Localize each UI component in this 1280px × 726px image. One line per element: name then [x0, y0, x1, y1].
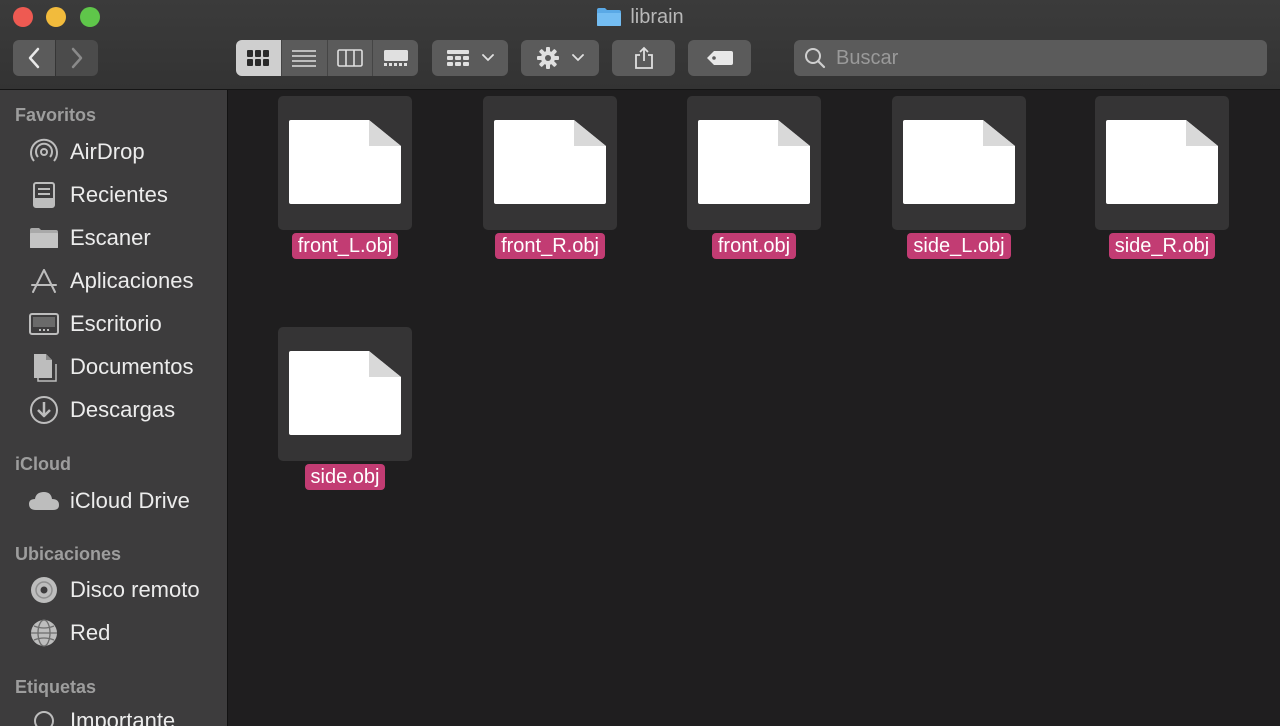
disc-icon — [28, 574, 60, 606]
file-name: front.obj — [711, 233, 797, 259]
sidebar-item-escritorio[interactable]: Escritorio — [0, 305, 227, 343]
sidebar-item-label: Disco remoto — [70, 577, 200, 602]
search-icon — [805, 48, 826, 69]
gallery-view-button[interactable] — [373, 40, 418, 76]
sidebar-item-documentos[interactable]: Documentos — [0, 348, 227, 386]
file-thumbnail — [278, 96, 412, 230]
file-thumbnail — [892, 96, 1026, 230]
sidebar-item-label: AirDrop — [70, 139, 145, 164]
document-icon — [698, 120, 810, 204]
search-field[interactable] — [794, 40, 1267, 76]
airdrop-icon — [28, 136, 60, 168]
cloud-icon — [28, 485, 60, 517]
file-name: front_L.obj — [291, 233, 399, 259]
document-icon — [494, 120, 606, 204]
sidebar-item-label: Escritorio — [70, 311, 162, 336]
gear-icon — [537, 47, 559, 69]
sidebar-item-label: Red — [70, 620, 111, 645]
sidebar-item-label: iCloud Drive — [70, 488, 190, 513]
file-name: side_R.obj — [1108, 233, 1216, 259]
window-title-text: librain — [630, 5, 684, 28]
share-icon — [634, 46, 653, 69]
network-icon — [28, 617, 60, 649]
window-title: librain — [0, 5, 1280, 29]
recents-icon — [28, 179, 60, 211]
file-thumbnail — [483, 96, 617, 230]
sidebar-item-red[interactable]: Red — [0, 614, 227, 652]
search-input[interactable] — [834, 45, 1238, 71]
tag-icon — [706, 51, 733, 65]
sidebar-item-label: Escaner — [70, 225, 151, 250]
toolbar: librain — [0, 0, 1280, 90]
back-button[interactable] — [13, 40, 55, 76]
sidebar-item-label: Documentos — [70, 354, 194, 379]
document-icon — [289, 120, 401, 204]
sidebar-item-importante[interactable]: Importante — [0, 702, 227, 726]
documents-icon — [28, 351, 60, 383]
chevron-right-icon — [71, 47, 83, 69]
group-grid-icon — [447, 50, 469, 66]
tag-circle-icon — [28, 705, 60, 726]
document-icon — [1106, 120, 1218, 204]
chevron-down-icon — [482, 54, 494, 62]
view-mode-control — [236, 40, 418, 76]
sidebar-item-aplicaciones[interactable]: Aplicaciones — [0, 262, 227, 300]
desktop-icon — [28, 308, 60, 340]
sidebar-item-label: Importante — [70, 708, 176, 726]
sidebar-item-icloud-drive[interactable]: iCloud Drive — [0, 482, 227, 520]
file-thumbnail — [278, 327, 412, 461]
list-icon — [292, 50, 317, 67]
sidebar-section-tags: Etiquetas — [15, 677, 97, 697]
sidebar-section-icloud: iCloud — [15, 454, 71, 474]
folder-icon — [28, 222, 60, 254]
chevron-left-icon — [28, 47, 40, 69]
file-name: side_L.obj — [907, 233, 1011, 259]
icon-view-button[interactable] — [236, 40, 282, 76]
icon-grid-icon — [247, 50, 270, 66]
chevron-down-icon — [572, 54, 584, 62]
group-by-button[interactable] — [432, 40, 508, 76]
forward-button[interactable] — [56, 40, 98, 76]
sidebar-item-label: Recientes — [70, 182, 168, 207]
sidebar-item-label: Aplicaciones — [70, 268, 194, 293]
file-name: front_R.obj — [495, 233, 605, 259]
sidebar: Favoritos AirDrop Recientes Escaner Apli… — [0, 90, 228, 726]
columns-icon — [337, 49, 363, 67]
tag-button[interactable] — [688, 40, 751, 76]
share-button[interactable] — [612, 40, 675, 76]
downloads-icon — [28, 394, 60, 426]
applications-icon — [28, 265, 60, 297]
document-icon — [903, 120, 1015, 204]
file-name: side.obj — [304, 464, 386, 490]
action-menu-button[interactable] — [521, 40, 599, 76]
sidebar-section-favorites: Favoritos — [15, 105, 97, 125]
file-thumbnail — [687, 96, 821, 230]
document-icon — [289, 351, 401, 435]
sidebar-item-disco-remoto[interactable]: Disco remoto — [0, 571, 227, 609]
column-view-button[interactable] — [328, 40, 374, 76]
file-thumbnail — [1095, 96, 1229, 230]
sidebar-item-recientes[interactable]: Recientes — [0, 176, 227, 214]
sidebar-item-descargas[interactable]: Descargas — [0, 391, 227, 429]
sidebar-item-airdrop[interactable]: AirDrop — [0, 133, 227, 171]
sidebar-item-label: Descargas — [70, 397, 176, 422]
sidebar-item-escaner[interactable]: Escaner — [0, 219, 227, 257]
finder-window: librain Buscar Favoritos AirDrop Recient… — [0, 0, 1280, 726]
sidebar-section-locations: Ubicaciones — [15, 544, 122, 564]
gallery-icon — [383, 50, 408, 66]
list-view-button[interactable] — [282, 40, 328, 76]
file-browser-content: front_L.obj front_R.obj front.obj side_L… — [228, 90, 1280, 726]
folder-icon — [597, 8, 622, 26]
